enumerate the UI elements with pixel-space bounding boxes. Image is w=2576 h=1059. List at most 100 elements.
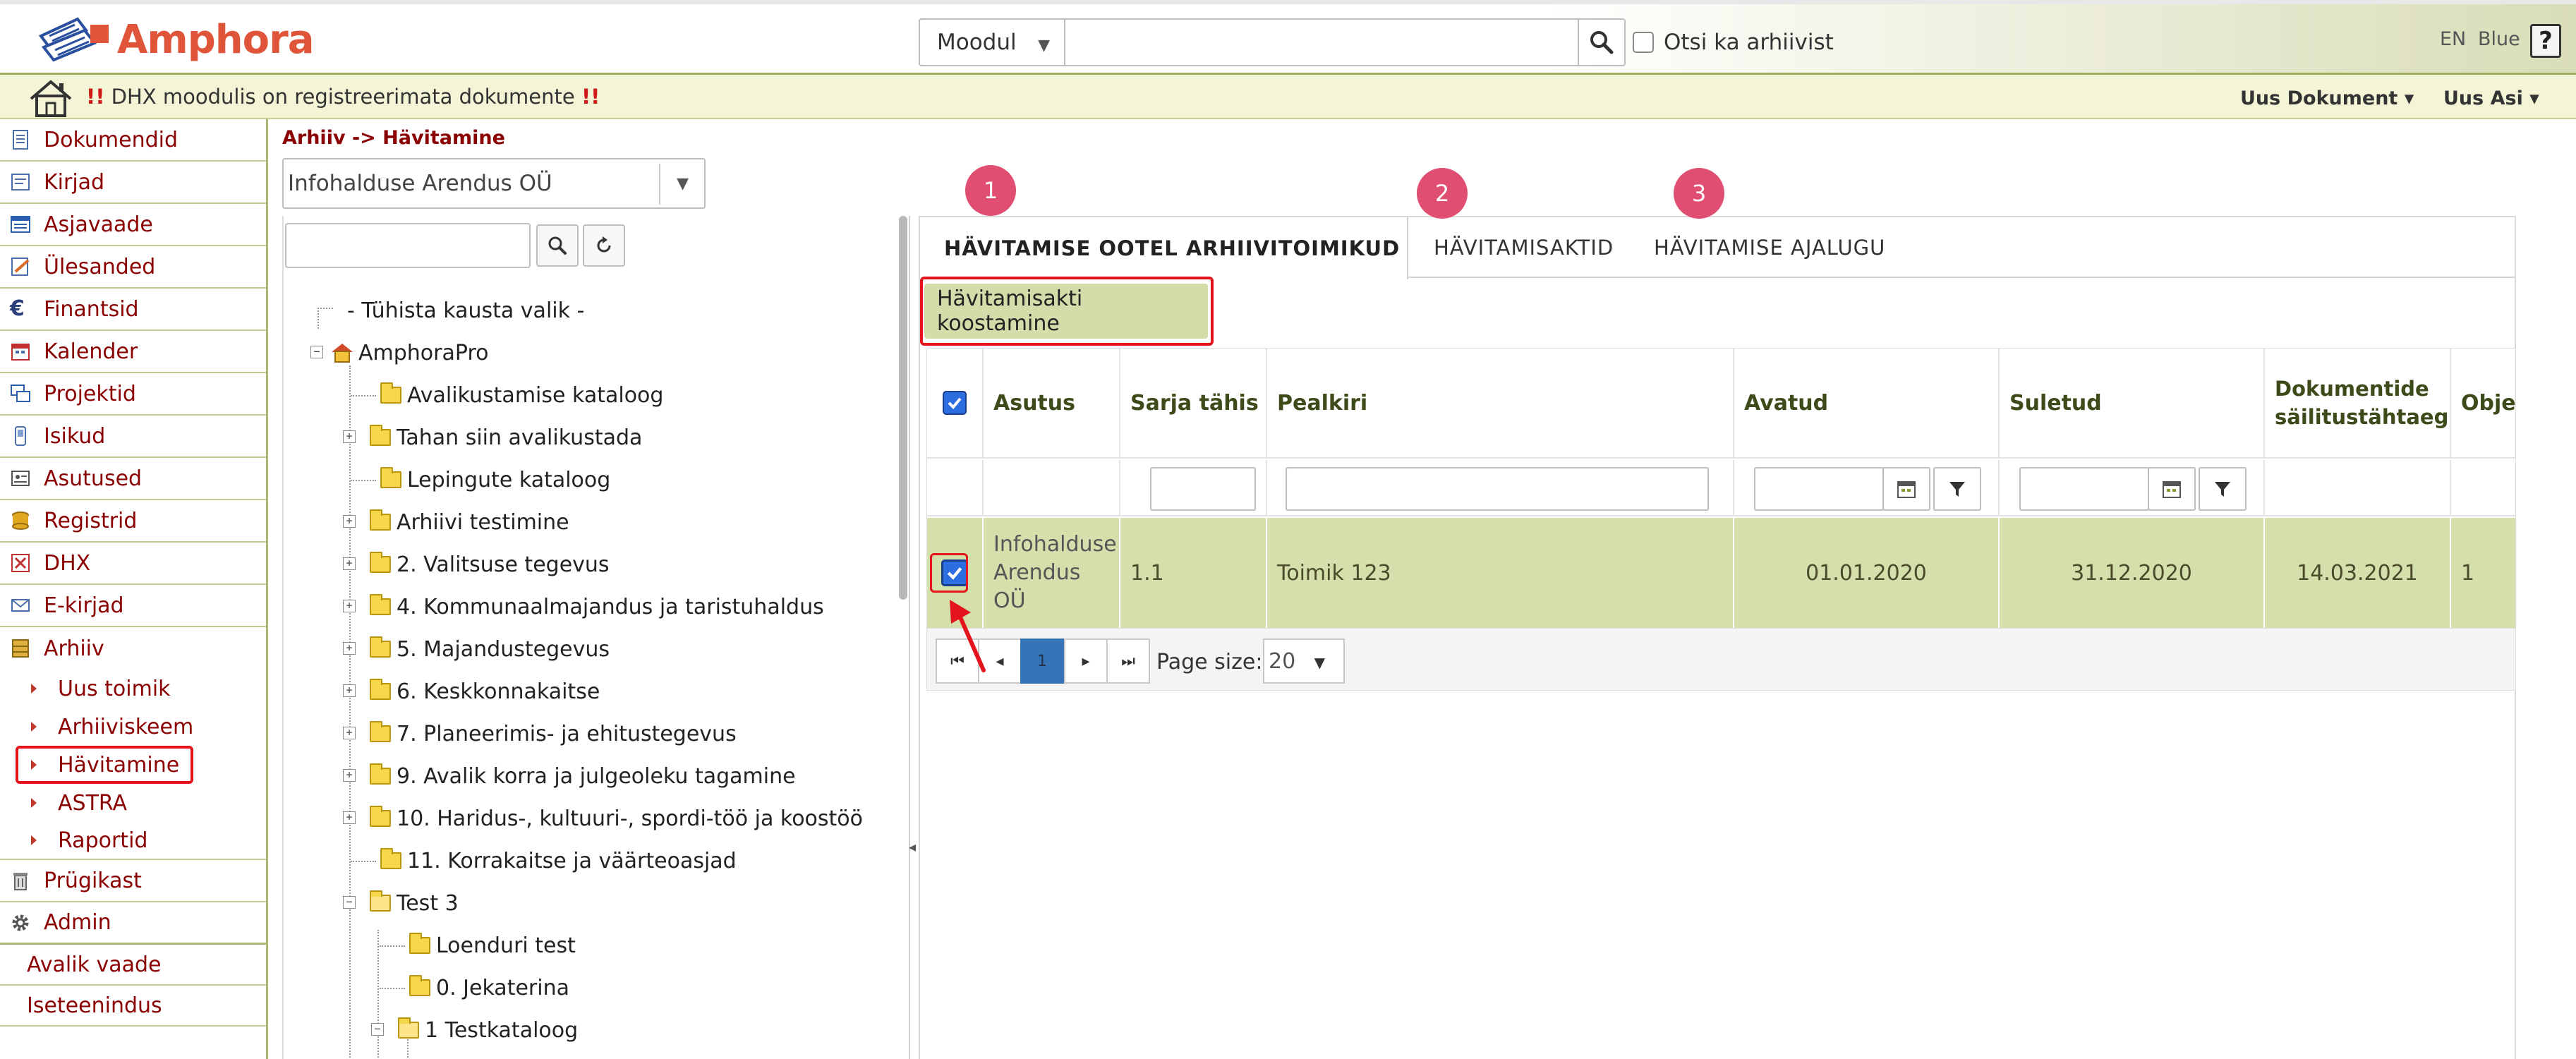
sidebar-item-finantsid[interactable]: € Finantsid [0, 289, 266, 331]
expand-toggle-icon[interactable]: + [343, 811, 356, 824]
tree-scrollbar[interactable] [899, 216, 907, 600]
column-header-suletud[interactable]: Suletud [2000, 349, 2265, 459]
tree-node[interactable]: + 10. Haridus-, kultuuri-, spordi-töö ja… [343, 803, 863, 834]
home-icon[interactable] [28, 79, 73, 117]
cell-sarja-tahis[interactable]: 1.1 [1120, 518, 1267, 628]
column-header-objekt[interactable]: Objel [2451, 349, 2515, 459]
expand-toggle-icon[interactable]: + [343, 557, 356, 570]
tree-node[interactable]: − Test 3 [343, 888, 459, 919]
tree-node[interactable]: − 1 Testkataloog [371, 1015, 578, 1046]
expand-toggle-icon[interactable]: + [343, 600, 356, 612]
tree-node[interactable]: 11. Korrakaitse ja väärteoasjad [351, 845, 737, 876]
tree-node[interactable]: + 9. Avalik korra ja julgeoleku tagamine [343, 761, 796, 792]
collapse-toggle-icon[interactable]: − [371, 1023, 384, 1036]
sidebar-item-projektid[interactable]: Projektid [0, 373, 266, 416]
cell-avatud[interactable]: 01.01.2020 [1734, 518, 2000, 628]
sidebar-item-asutused[interactable]: Asutused [0, 458, 266, 500]
column-header-pealkiri[interactable]: Pealkiri [1267, 349, 1734, 459]
column-header-sailitustahtaeg[interactable]: Dokumentide säilitustähtaeg [2265, 349, 2451, 459]
amphora-logo[interactable]: Amphora [35, 14, 315, 65]
tree-node[interactable]: + 5. Majandustegevus [343, 634, 610, 665]
sidebar-sub-raportid[interactable]: Raportid [0, 822, 266, 860]
tree-clear-selection[interactable]: - Tühista kausta valik - [347, 295, 584, 326]
sidebar-item-kalender[interactable]: Kalender [0, 331, 266, 373]
tree-search-button[interactable] [536, 224, 579, 267]
tree-node[interactable]: + Arhiivi testimine [343, 507, 569, 538]
sidebar-sub-arhiiviskeem[interactable]: Arhiiviskeem [0, 708, 266, 746]
tree-node[interactable]: 0. Jekaterina [380, 972, 569, 1003]
tree-node[interactable]: + 4. Kommunaalmajandus ja taristuhaldus [343, 591, 824, 622]
search-input[interactable] [1065, 18, 1579, 66]
next-page-button[interactable]: ▸ [1064, 639, 1108, 684]
tree-node[interactable]: + 7. Planeerimis- ja ehitustegevus [343, 718, 737, 749]
suletud-filter-button[interactable] [2199, 467, 2247, 511]
sidebar-item-dokumendid[interactable]: Dokumendid [0, 119, 266, 162]
current-page-button[interactable]: 1 [1020, 639, 1064, 684]
sidebar-item-e-kirjad[interactable]: E-kirjad [0, 585, 266, 627]
sidebar-item-isikud[interactable]: Isikud [0, 416, 266, 458]
tree-node[interactable]: + 2. Valitsuse tegevus [343, 549, 610, 580]
cell-pealkiri[interactable]: Toimik 123 [1267, 518, 1734, 628]
sidebar-item-ulesanded[interactable]: Ülesanded [0, 246, 266, 289]
new-case-menu[interactable]: Uus Asi ▾ [2443, 87, 2539, 109]
avatud-calendar-button[interactable] [1882, 467, 1930, 511]
avatud-filter-button[interactable] [1933, 467, 1981, 511]
cell-suletud[interactable]: 31.12.2020 [2000, 518, 2265, 628]
expand-toggle-icon[interactable]: + [343, 515, 356, 528]
select-all-checkbox[interactable] [943, 391, 967, 415]
tree-node[interactable]: Avalikustamise kataloog [351, 380, 663, 411]
collapse-toggle-icon[interactable]: − [343, 896, 356, 909]
filter-avatud-input[interactable] [1754, 467, 1884, 511]
organization-select[interactable]: Infohalduse Arendus OÜ ▼ [282, 158, 706, 209]
column-header-sarja-tahis[interactable]: Sarja tähis [1120, 349, 1267, 459]
tree-node[interactable]: Loenduri test [380, 930, 576, 961]
filter-suletud-input[interactable] [2019, 467, 2149, 511]
sidebar-item-prugikast[interactable]: Prügikast [0, 860, 266, 902]
archive-search-option[interactable]: Otsi ka arhiivist [1633, 30, 1834, 55]
sidebar-link-iseteenindus[interactable]: Iseteenindus [0, 986, 266, 1027]
tree-node[interactable]: + 6. Keskkonnakaitse [343, 676, 600, 707]
sidebar-item-dhx[interactable]: DHX [0, 543, 266, 585]
search-button[interactable] [1579, 18, 1626, 66]
expand-toggle-icon[interactable]: + [343, 642, 356, 655]
cell-sailitustahtaeg[interactable]: 14.03.2021 [2265, 518, 2451, 628]
collapse-panel-icon[interactable]: ◂ [909, 838, 916, 855]
last-page-button[interactable]: ⏭ [1106, 639, 1150, 684]
expand-toggle-icon[interactable]: + [343, 684, 356, 697]
column-header-avatud[interactable]: Avatud [1734, 349, 2000, 459]
cell-asutus[interactable]: Infohalduse Arendus OÜ [984, 518, 1120, 628]
module-select[interactable]: Moodul ▼ [919, 18, 1065, 66]
sidebar-item-admin[interactable]: Admin [0, 902, 266, 945]
tab-destruction-acts[interactable]: HÄVITAMISAKTID [1408, 217, 1626, 278]
new-document-menu[interactable]: Uus Dokument ▾ [2240, 87, 2414, 109]
sidebar-item-arhiiv[interactable]: Arhiiv [0, 627, 266, 670]
cell-objekt[interactable]: 1 [2451, 518, 2515, 628]
sidebar-item-asjavaade[interactable]: Asjavaade [0, 204, 266, 246]
collapse-toggle-icon[interactable]: − [310, 346, 323, 358]
sidebar-sub-astra[interactable]: ASTRA [0, 784, 266, 822]
language-switch[interactable]: EN [2440, 28, 2466, 50]
tab-pending-destruction[interactable]: HÄVITAMISE OOTEL ARHIIVITOIMIKUD [920, 217, 1408, 279]
filter-sarja-input[interactable] [1150, 467, 1256, 511]
page-size-select[interactable]: 20 ▼ [1263, 639, 1345, 684]
help-button[interactable]: ? [2530, 24, 2561, 58]
sidebar-sub-uus-toimik[interactable]: Uus toimik [0, 670, 266, 708]
tree-node[interactable]: + Tahan siin avalikustada [343, 422, 642, 453]
sidebar-sub-havitamine[interactable]: Hävitamine [0, 746, 266, 784]
sidebar-item-kirjad[interactable]: Kirjad [0, 162, 266, 204]
theme-switch[interactable]: Blue [2478, 28, 2520, 50]
tab-destruction-history[interactable]: HÄVITAMISE AJALUGU [1626, 217, 1908, 278]
sidebar-link-avalik-vaade[interactable]: Avalik vaade [0, 945, 266, 986]
column-header-asutus[interactable]: Asutus [984, 349, 1120, 459]
filter-pealkiri-input[interactable] [1286, 467, 1709, 511]
tree-search-input[interactable] [285, 223, 531, 268]
expand-toggle-icon[interactable]: + [343, 430, 356, 443]
sidebar-item-registrid[interactable]: Registrid [0, 500, 266, 543]
expand-toggle-icon[interactable]: + [343, 769, 356, 782]
tree-node-root[interactable]: − AmphoraPro [310, 337, 488, 368]
dhx-warning[interactable]: !! DHX moodulis on registreerimata dokum… [86, 85, 600, 109]
expand-toggle-icon[interactable]: + [343, 727, 356, 739]
tree-node[interactable]: Lepingute kataloog [351, 464, 610, 495]
suletud-calendar-button[interactable] [2148, 467, 2196, 511]
archive-search-checkbox[interactable] [1633, 32, 1654, 53]
